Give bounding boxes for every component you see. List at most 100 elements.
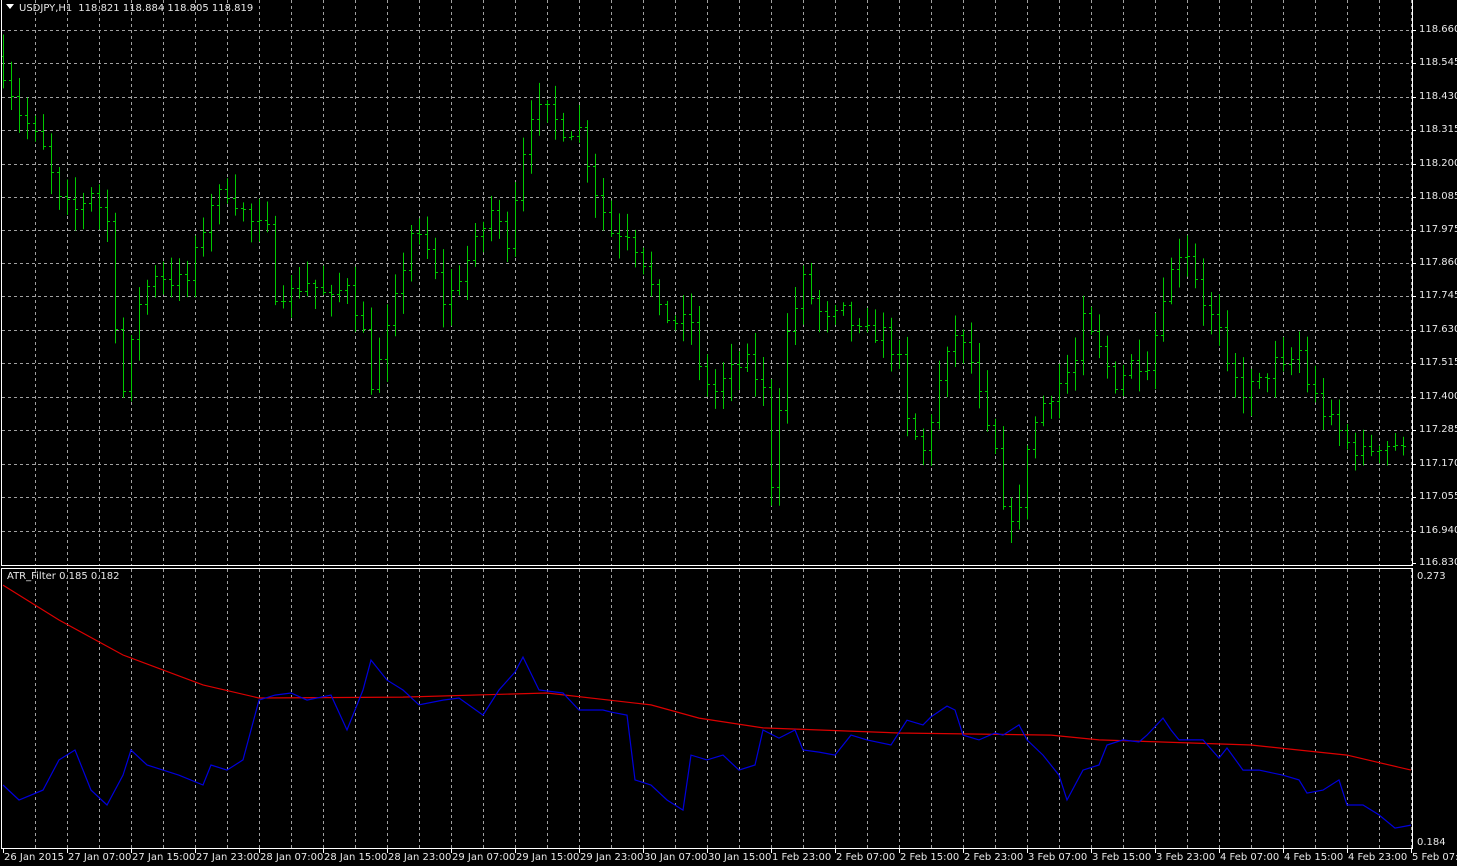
ohlc-bar [929, 414, 934, 466]
indicator-axis-label: 0.184 [1417, 837, 1446, 848]
ohlc-bar [233, 174, 238, 216]
ohlc-bar [217, 184, 222, 225]
ohlc-bar [273, 215, 278, 306]
ohlc-bar [297, 267, 302, 299]
ohlc-bar [361, 301, 366, 333]
time-axis-label: 29 Jan 07:00 [452, 852, 516, 863]
time-axis-label: 28 Jan 23:00 [388, 852, 452, 863]
time-axis-label: 27 Jan 23:00 [196, 852, 260, 863]
ohlc-bar [425, 216, 430, 259]
time-axis-label: 27 Jan 07:00 [68, 852, 132, 863]
ohlc-bar [1313, 365, 1318, 403]
ohlc-bar [209, 193, 214, 252]
time-axis-label: 26 Jan 2015 [4, 852, 64, 863]
ohlc-bar [241, 202, 246, 222]
ohlc-bar [417, 218, 422, 245]
price-axis-label: 118.545 [1419, 57, 1457, 68]
time-axis-label: 1 Feb 23:00 [772, 852, 832, 863]
time-axis-label: 2 Feb 23:00 [964, 852, 1024, 863]
ohlc-bar [601, 178, 606, 231]
ohlc-bar [537, 82, 542, 136]
ohlc-bar [1225, 310, 1230, 372]
ohlc-bar [1081, 295, 1086, 376]
ohlc-bar [401, 252, 406, 314]
ohlc-bar [1153, 313, 1158, 390]
ohlc-bar [569, 131, 574, 141]
ohlc-values: 118.821 118.884 118.805 118.819 [78, 3, 254, 14]
ohlc-bar [129, 334, 134, 402]
time-axis-label: 30 Jan 07:00 [644, 852, 708, 863]
ohlc-bar [193, 235, 198, 298]
ohlc-bar [1305, 336, 1310, 393]
price-axis-label: 117.055 [1419, 491, 1457, 502]
grid [2, 0, 1412, 848]
ohlc-bar [1145, 351, 1150, 381]
ohlc-bar [1057, 363, 1062, 419]
ohlc-bar [697, 305, 702, 381]
ohlc-bar [441, 249, 446, 328]
ohlc-bar [265, 201, 270, 233]
ohlc-bar [145, 279, 150, 315]
ohlc-bar [625, 213, 630, 251]
ohlc-bar [937, 360, 942, 430]
ohlc-bar [945, 346, 950, 398]
price-axis-label: 116.830 [1419, 557, 1457, 568]
price-axis-label: 117.285 [1419, 424, 1457, 435]
indicator-label: ATR_Filter 0.185 0.182 [7, 571, 120, 582]
ohlc-bar [689, 293, 694, 345]
ohlc-bar [681, 295, 686, 342]
ohlc-bar [49, 133, 54, 195]
ohlc-bar [529, 100, 534, 174]
ohlc-bar [41, 114, 46, 150]
ohlc-bar [593, 153, 598, 218]
ohlc-bar [81, 192, 86, 230]
ohlc-bar [33, 115, 38, 142]
ohlc-bar [1401, 436, 1406, 456]
ohlc-bar [489, 195, 494, 242]
ohlc-bar [985, 370, 990, 432]
ohlc-bar [1329, 399, 1334, 426]
time-axis-label: 3 Feb 15:00 [1092, 852, 1152, 863]
ohlc-bar [289, 275, 294, 318]
price-axis-label: 117.745 [1419, 290, 1457, 301]
ohlc-bar [1129, 354, 1134, 379]
ohlc-bar [1233, 353, 1238, 398]
ohlc-bar [1249, 368, 1254, 417]
ohlc-bar [457, 265, 462, 296]
ohlc-bar [1033, 416, 1038, 459]
time-axis-label: 29 Jan 23:00 [580, 852, 644, 863]
time-axis-label: 29 Jan 15:00 [516, 852, 580, 863]
ohlc-bar [905, 336, 910, 437]
triangle-down-icon[interactable] [6, 4, 14, 9]
ohlc-bar [177, 258, 182, 301]
price-axis-label: 117.860 [1419, 257, 1457, 268]
ohlc-bar [449, 269, 454, 326]
ohlc-bar [609, 200, 614, 237]
ohlc-bar [1289, 347, 1294, 376]
ohlc-bar [761, 356, 766, 406]
ohlc-bar [665, 300, 670, 324]
time-axis-label: 4 Feb 15:00 [1284, 852, 1344, 863]
ohlc-bar [1105, 335, 1110, 379]
time-axis-label: 5 Feb 07:00 [1412, 852, 1457, 863]
ohlc-bar [1137, 339, 1142, 392]
ohlc-bar [641, 247, 646, 275]
ohlc-bar [993, 418, 998, 454]
ohlc-bar [1369, 434, 1374, 457]
ohlc-bar [953, 315, 958, 367]
price-axis-label: 118.085 [1419, 191, 1457, 202]
time-axis-label: 30 Jan 15:00 [708, 852, 772, 863]
chart-canvas[interactable] [0, 0, 1457, 866]
indicator-axis-label: 0.273 [1417, 571, 1446, 582]
ohlc-bar [817, 290, 822, 333]
ohlc-bar [497, 199, 502, 239]
ohlc-bar [577, 104, 582, 143]
ohlc-bar [785, 313, 790, 424]
price-axis-label: 118.315 [1419, 124, 1457, 135]
ohlc-bar [1121, 364, 1126, 397]
ohlc-bar [617, 213, 622, 259]
ohlc-bar [257, 198, 262, 242]
ohlc-bar [89, 187, 94, 212]
ohlc-bar [1185, 235, 1190, 277]
ohlc-bar [1241, 357, 1246, 414]
